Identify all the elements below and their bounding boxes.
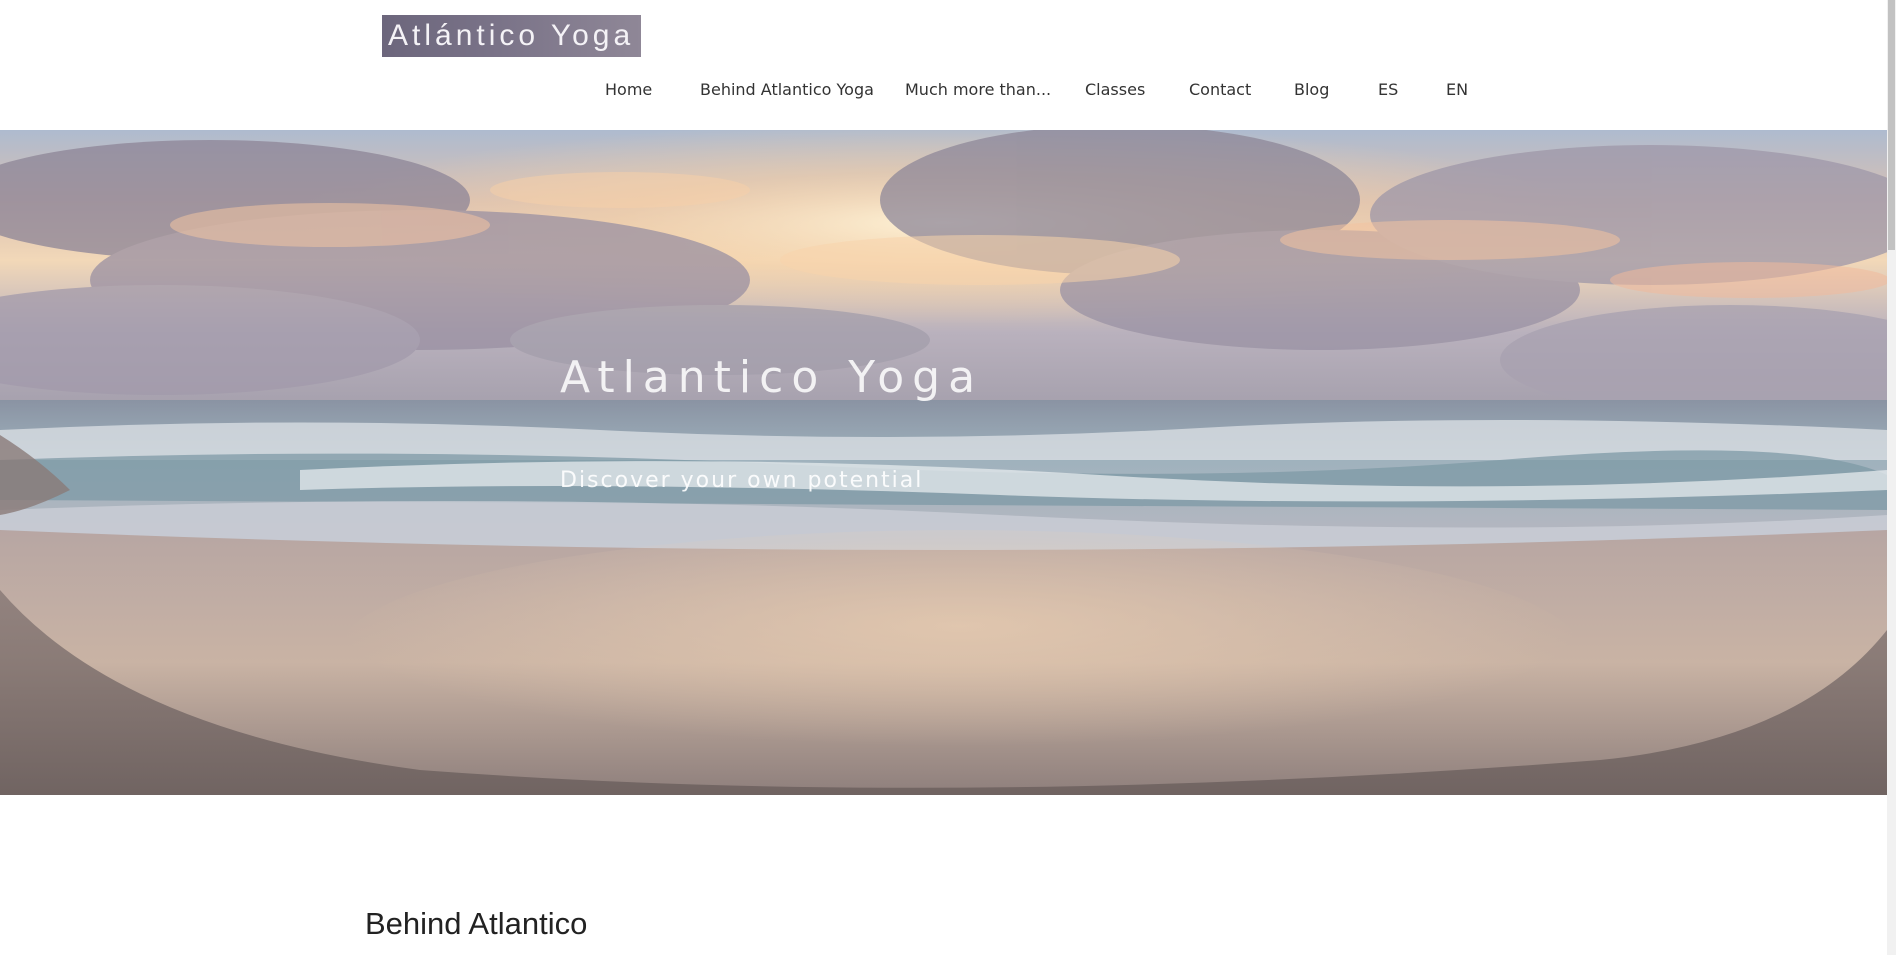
page: Atlántico Yoga Home Behind Atlantico Yog… [0,0,1896,955]
nav-item-contact[interactable]: Contact [1189,76,1251,104]
nav-item-much-more-than[interactable]: Much more than... [905,76,1051,104]
main-nav: Home Behind Atlantico Yoga Much more tha… [0,76,1887,104]
site-header: Atlántico Yoga Home Behind Atlantico Yog… [0,0,1887,130]
page-scrollbar[interactable] [1887,0,1896,955]
hero-title: Atlantico Yoga [560,352,984,403]
scrollbar-thumb[interactable] [1888,0,1895,250]
nav-item-home[interactable]: Home [605,76,652,104]
section-heading-behind-atlantico: Behind Atlantico [365,906,588,941]
nav-item-language-es[interactable]: ES [1378,76,1398,104]
hero-banner: Atlantico Yoga Discover your own potenti… [0,130,1887,795]
hero-beach-sunset-image [0,130,1887,795]
nav-item-language-en[interactable]: EN [1446,76,1468,104]
nav-item-blog[interactable]: Blog [1294,76,1329,104]
nav-item-classes[interactable]: Classes [1085,76,1145,104]
nav-item-behind-atlantico-yoga[interactable]: Behind Atlantico Yoga [700,76,874,104]
hero-subtitle: Discover your own potential [560,468,924,493]
site-logo[interactable]: Atlántico Yoga [382,15,641,57]
